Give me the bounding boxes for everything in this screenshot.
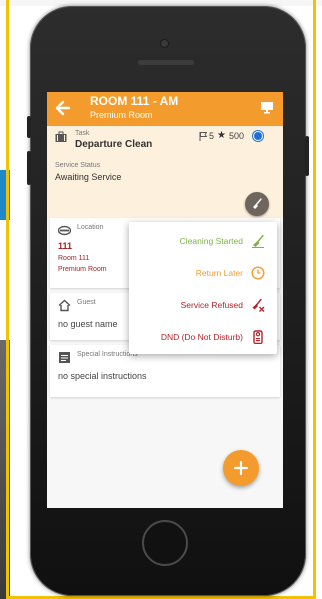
volume-button [27, 116, 31, 138]
menu-item-dnd[interactable]: DND (Do Not Disturb) [129, 323, 277, 353]
volume-button [27, 151, 31, 185]
guest-value: no guest name [58, 319, 118, 329]
location-label: Location [77, 224, 104, 231]
room-name: Room 111 [58, 255, 90, 262]
door-hanger-icon [253, 330, 263, 344]
monitor-icon[interactable] [260, 100, 274, 114]
broom-icon [252, 234, 264, 248]
menu-item-service-refused[interactable]: Service Refused [129, 291, 277, 321]
home-button[interactable] [142, 520, 188, 566]
clock-icon [251, 266, 265, 280]
back-arrow-icon[interactable] [54, 99, 72, 117]
plus-icon [233, 460, 249, 476]
menu-item-label: Return Later [195, 268, 243, 278]
menu-item-label: DND (Do Not Disturb) [160, 332, 243, 342]
location-icon [58, 225, 71, 236]
task-value: Departure Clean [75, 139, 153, 150]
briefcase-icon [55, 131, 67, 142]
status-indicator-icon [254, 132, 262, 140]
flag-count: 5 [209, 131, 215, 141]
add-button[interactable] [223, 450, 259, 486]
service-status-label: Service Status [55, 162, 101, 169]
menu-item-label: Cleaning Started [179, 236, 243, 246]
task-label: Task [75, 130, 90, 137]
power-button [305, 136, 309, 176]
page-title: ROOM 111 - AM [90, 94, 179, 108]
instructions-value: no special instructions [58, 371, 147, 381]
star-icon: ★ [217, 130, 226, 141]
menu-item-return-later[interactable]: Return Later [129, 259, 277, 289]
status-menu: Cleaning Started Return Later Service Re… [129, 222, 277, 354]
status-action-button[interactable] [245, 192, 269, 216]
home-icon [58, 299, 71, 312]
room-number: 111 [58, 241, 73, 251]
room-type: Premium Room [58, 266, 107, 273]
service-status-value: Awaiting Service [55, 172, 122, 182]
speaker-grille [138, 60, 194, 65]
flag-icon [199, 132, 207, 141]
broom-refused-icon [252, 298, 265, 312]
app-screen: ROOM 111 - AM Premium Room Task Departur… [47, 92, 283, 508]
broom-icon [253, 198, 262, 209]
notes-icon [59, 352, 70, 363]
task-card: Task Departure Clean 5 ★ 500 Service Sta… [47, 126, 283, 218]
points-value: 500 [229, 131, 245, 141]
camera-icon [161, 40, 168, 47]
app-bar: ROOM 111 - AM Premium Room [47, 92, 283, 126]
menu-item-label: Service Refused [180, 300, 243, 310]
menu-item-cleaning-started[interactable]: Cleaning Started [129, 227, 277, 257]
guest-label: Guest [77, 299, 96, 306]
page-subtitle: Premium Room [90, 110, 153, 120]
